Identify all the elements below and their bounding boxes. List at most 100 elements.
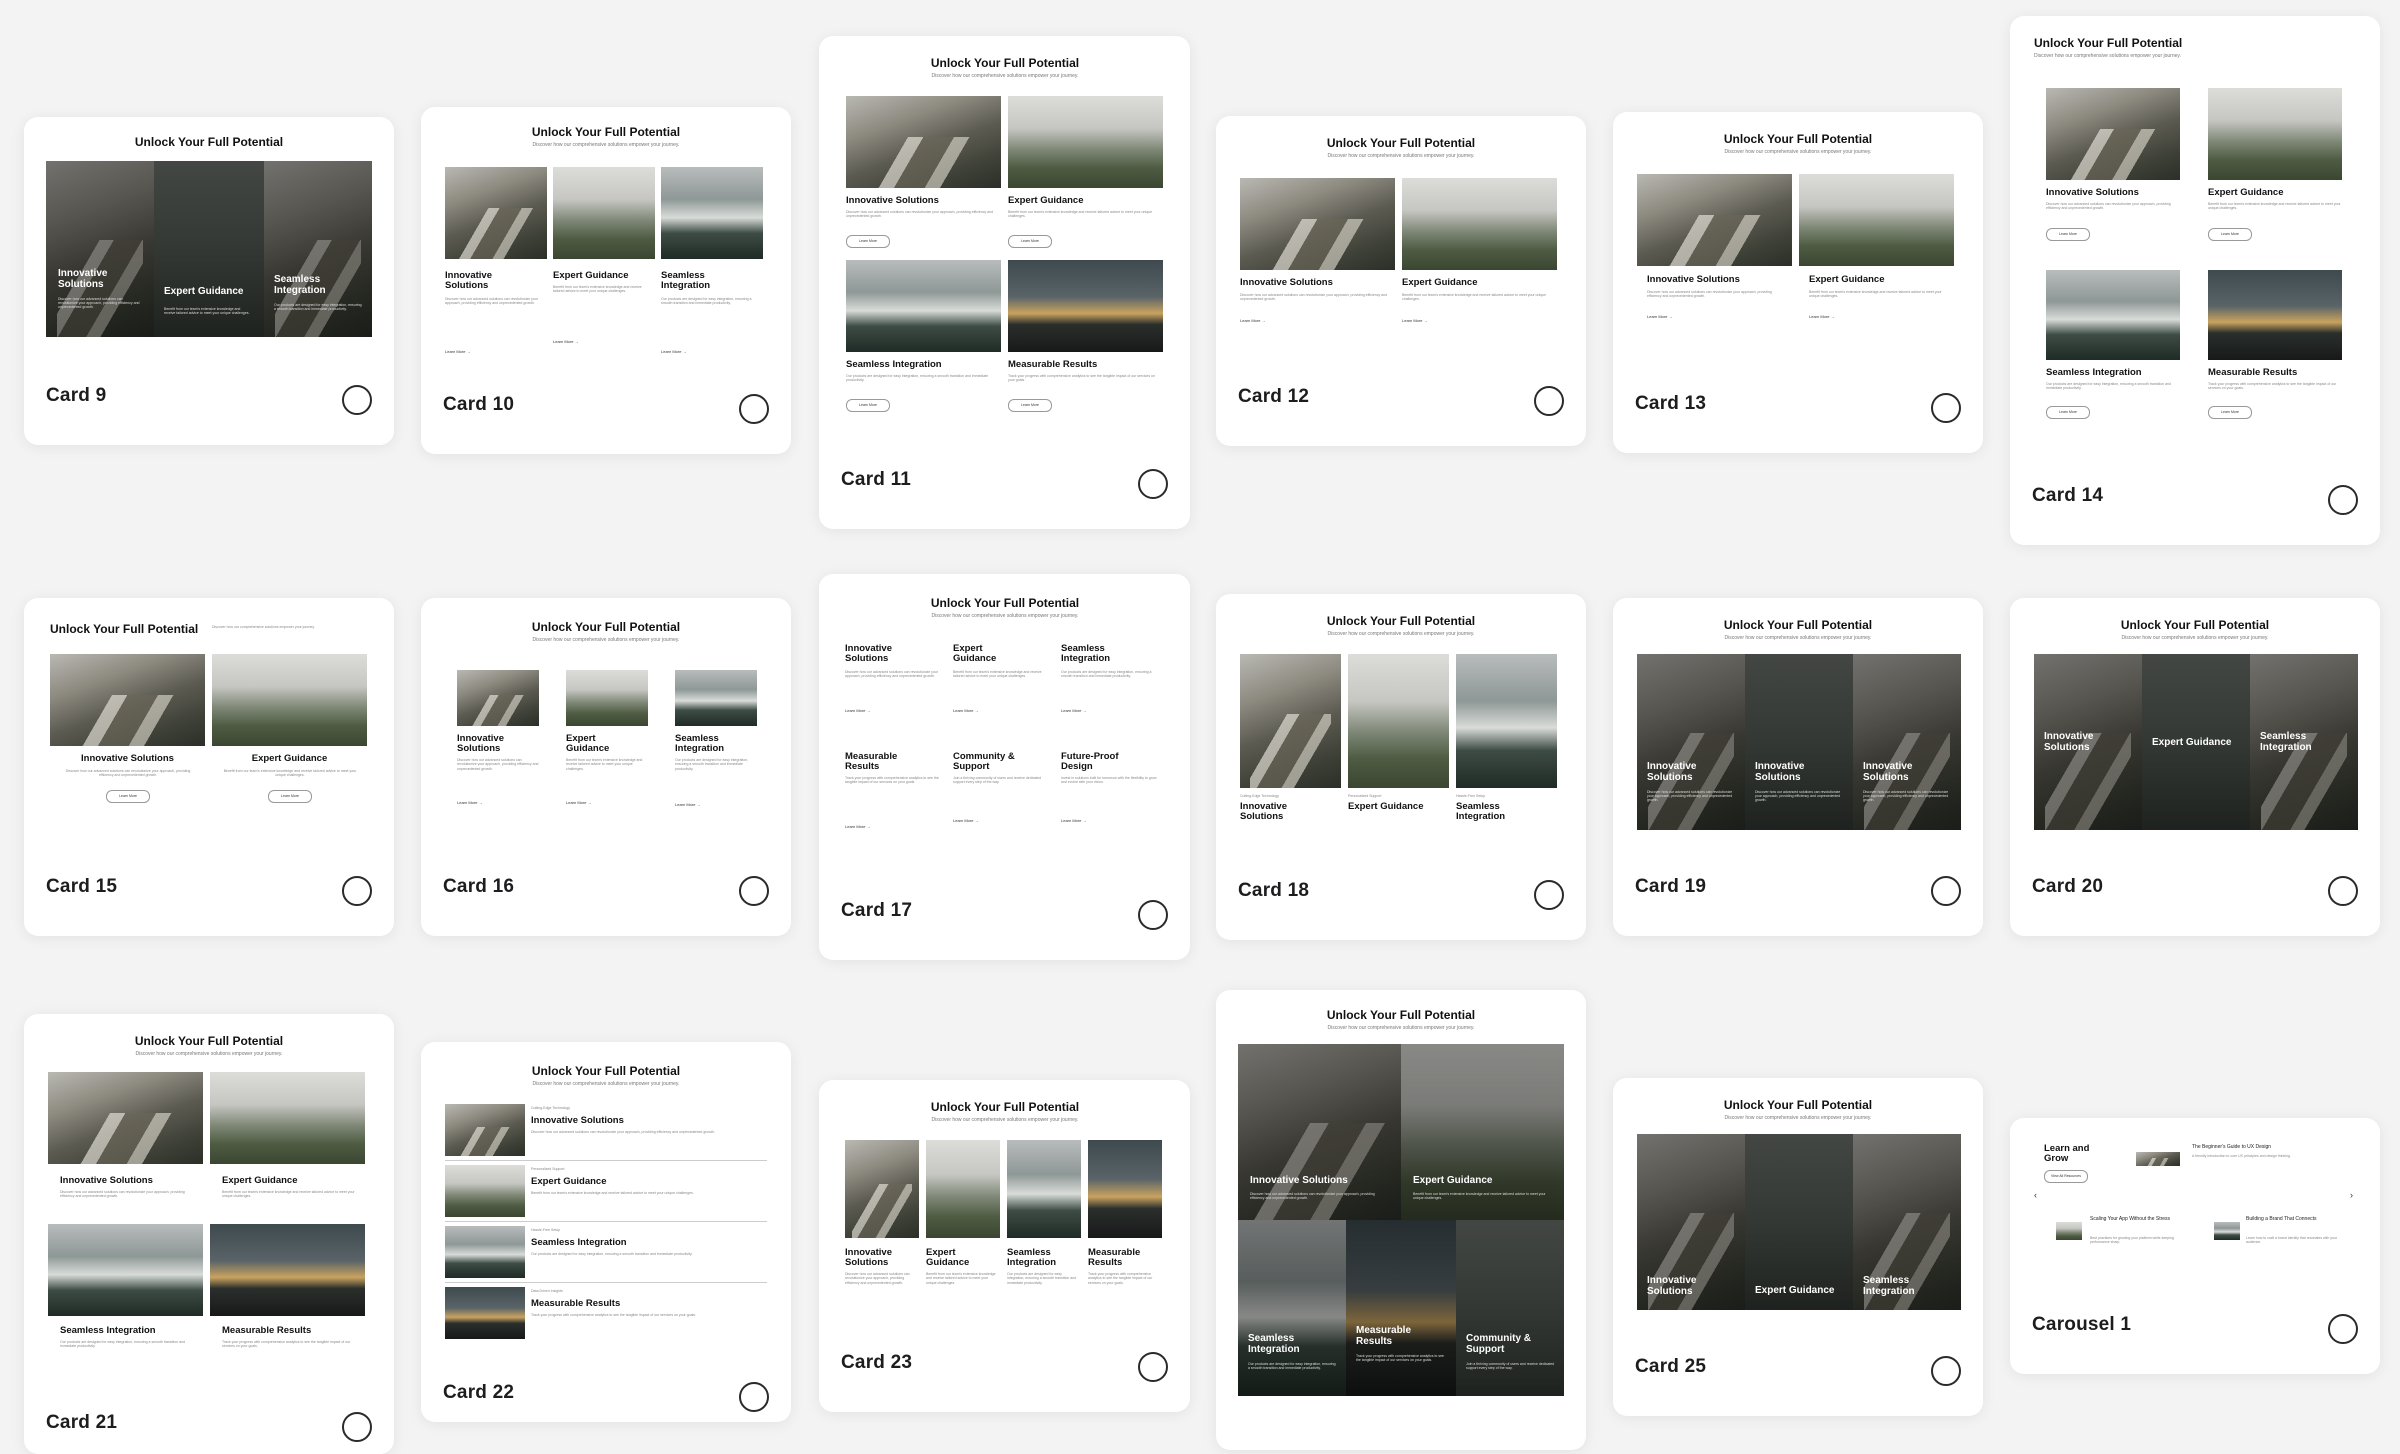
learn-more-button[interactable]: Learn More: [846, 399, 890, 412]
preview-image: [210, 1224, 365, 1316]
template-card-22[interactable]: Unlock Your Full Potential Discover how …: [421, 1042, 791, 1422]
preview-title: Unlock Your Full Potential: [1326, 136, 1476, 150]
learn-more-button[interactable]: Learn More: [2208, 228, 2252, 241]
learn-more-button[interactable]: Learn More: [846, 235, 890, 248]
view-all-button[interactable]: View All Resources: [2044, 1170, 2088, 1183]
select-radio[interactable]: [342, 876, 372, 906]
preview-image: [1007, 1140, 1081, 1238]
preview-image: [1240, 654, 1341, 788]
template-card-15[interactable]: Unlock Your Full Potential Discover how …: [24, 598, 394, 936]
select-radio[interactable]: [1534, 880, 1564, 910]
template-card-16[interactable]: Unlock Your Full Potential Discover how …: [421, 598, 791, 936]
select-radio[interactable]: [1931, 393, 1961, 423]
select-radio[interactable]: [1138, 469, 1168, 499]
template-card-11[interactable]: Unlock Your Full Potential Discover how …: [819, 36, 1190, 529]
feature-title: Expert Guidance: [926, 1247, 970, 1268]
template-card-18[interactable]: Unlock Your Full Potential Discover how …: [1216, 594, 1586, 940]
feature-desc: Join a thriving community of users and r…: [1466, 1362, 1555, 1371]
select-radio[interactable]: [342, 1412, 372, 1442]
feature-title: Expert Guidance: [1755, 1285, 1835, 1296]
select-radio[interactable]: [739, 876, 769, 906]
learn-more-button[interactable]: Learn More: [1008, 235, 1052, 248]
template-card-13[interactable]: Unlock Your Full Potential Discover how …: [1613, 112, 1983, 453]
feature-title: Expert Guidance: [531, 1176, 607, 1187]
feature-desc: Our products are designed for easy integ…: [274, 303, 362, 312]
learn-more-link[interactable]: Learn More →: [445, 349, 471, 354]
card-label: Card 11: [841, 469, 912, 490]
learn-more-link[interactable]: Learn More →: [845, 708, 871, 713]
learn-more-link[interactable]: Learn More →: [675, 802, 701, 807]
select-radio[interactable]: [1931, 876, 1961, 906]
learn-more-link[interactable]: Learn More →: [566, 800, 592, 805]
learn-more-link[interactable]: Learn More →: [1647, 314, 1673, 319]
learn-more-link[interactable]: Learn More →: [845, 824, 871, 829]
prev-arrow-icon[interactable]: ‹: [2034, 1190, 2037, 1200]
learn-more-link[interactable]: Learn More →: [953, 818, 979, 823]
learn-more-link[interactable]: Learn More →: [553, 339, 579, 344]
select-radio[interactable]: [1931, 1356, 1961, 1386]
preview-image: [50, 654, 205, 746]
learn-more-link[interactable]: Learn More →: [457, 800, 483, 805]
template-card-17[interactable]: Unlock Your Full Potential Discover how …: [819, 574, 1190, 960]
feature-desc: Track your progress with comprehensive a…: [1088, 1272, 1153, 1285]
resource-title: Building a Brand That Connects: [2246, 1216, 2317, 1222]
select-radio[interactable]: [2328, 1314, 2358, 1344]
feature-title: Innovative Solutions: [2046, 187, 2139, 198]
preview-image: [1008, 260, 1163, 352]
learn-more-button[interactable]: Learn More: [106, 790, 150, 803]
template-card-20[interactable]: Unlock Your Full Potential Discover how …: [2010, 598, 2380, 936]
learn-more-button[interactable]: Learn More: [2046, 406, 2090, 419]
template-card-25[interactable]: Unlock Your Full Potential Discover how …: [1613, 1078, 1983, 1416]
learn-more-link[interactable]: Learn More →: [1240, 318, 1266, 323]
learn-more-link[interactable]: Learn More →: [953, 708, 979, 713]
card-preview: Unlock Your Full Potential Discover how …: [845, 1100, 1165, 1320]
feature-title: Innovative Solutions: [531, 1115, 624, 1126]
learn-more-button[interactable]: Learn More: [1008, 399, 1052, 412]
template-carousel-1[interactable]: Learn and Grow View All Resources ‹ › Th…: [2010, 1118, 2380, 1374]
learn-more-link[interactable]: Learn More →: [1809, 314, 1835, 319]
preview-image: [2208, 270, 2342, 360]
card-preview: Unlock Your Full Potential Discover how …: [1637, 618, 1961, 838]
template-card-24[interactable]: Unlock Your Full Potential Discover how …: [1216, 990, 1586, 1450]
preview-title: Unlock Your Full Potential: [2120, 618, 2270, 632]
preview-image: [566, 670, 648, 726]
template-card-14[interactable]: Unlock Your Full Potential Discover how …: [2010, 16, 2380, 545]
preview-image: [845, 1140, 919, 1238]
template-card-19[interactable]: Unlock Your Full Potential Discover how …: [1613, 598, 1983, 936]
template-card-9[interactable]: Unlock Your Full Potential Innovative So…: [24, 117, 394, 445]
select-radio[interactable]: [2328, 876, 2358, 906]
learn-more-link[interactable]: Learn More →: [1061, 818, 1087, 823]
template-card-12[interactable]: Unlock Your Full Potential Discover how …: [1216, 116, 1586, 446]
select-radio[interactable]: [739, 394, 769, 424]
learn-more-link[interactable]: Learn More →: [1061, 708, 1087, 713]
next-arrow-icon[interactable]: ›: [2350, 1190, 2353, 1200]
card-label: Card 10: [443, 394, 515, 415]
select-radio[interactable]: [1138, 900, 1168, 930]
select-radio[interactable]: [739, 1382, 769, 1412]
select-radio[interactable]: [1138, 1352, 1168, 1382]
template-card-21[interactable]: Unlock Your Full Potential Discover how …: [24, 1014, 394, 1454]
preview-image: [661, 167, 763, 259]
card-preview: Unlock Your Full Potential Discover how …: [2034, 618, 2358, 838]
select-radio[interactable]: [2328, 485, 2358, 515]
learn-more-link[interactable]: Learn More →: [1402, 318, 1428, 323]
feature-title: Expert Guidance: [553, 270, 629, 281]
feature-desc: Discover how our advanced solutions can …: [846, 210, 994, 219]
feature-desc: Join a thriving community of users and r…: [953, 776, 1042, 785]
learn-more-button[interactable]: Learn More: [2046, 228, 2090, 241]
select-radio[interactable]: [1534, 386, 1564, 416]
feature-title: Community & Support: [1466, 1333, 1531, 1355]
select-radio[interactable]: [342, 385, 372, 415]
feature-desc: Benefit from our team's extensive knowle…: [2208, 202, 2341, 211]
learn-more-link[interactable]: Learn More →: [661, 349, 687, 354]
learn-more-button[interactable]: Learn More: [268, 790, 312, 803]
preview-image: [846, 260, 1001, 352]
template-card-10[interactable]: Unlock Your Full Potential Discover how …: [421, 107, 791, 454]
feature-desc: Benefit from our team's extensive knowle…: [1008, 210, 1153, 219]
feature-caption: Cutting-Edge Technology: [1240, 794, 1280, 798]
feature-title: Seamless Integration: [60, 1325, 156, 1336]
preview-subtitle: Discover how our comprehensive solutions…: [532, 637, 680, 643]
template-card-23[interactable]: Unlock Your Full Potential Discover how …: [819, 1080, 1190, 1412]
preview-image: Innovative Solutions Discover how our ad…: [1853, 654, 1961, 830]
learn-more-button[interactable]: Learn More: [2208, 406, 2252, 419]
